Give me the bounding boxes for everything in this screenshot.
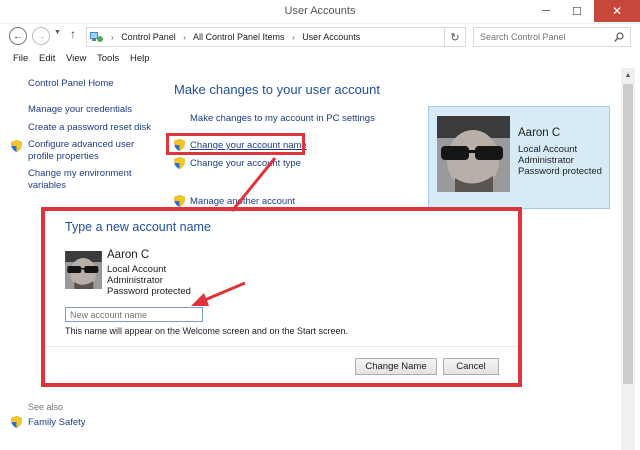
shield-icon [174, 195, 185, 207]
scrollbar-thumb[interactable] [623, 84, 633, 384]
family-safety-link[interactable]: Family Safety [28, 417, 86, 429]
search-icon[interactable] [614, 32, 624, 42]
shield-icon [174, 157, 185, 169]
close-button[interactable]: ✕ [594, 0, 640, 22]
configure-profile-link[interactable]: Configure advanced user [28, 139, 134, 151]
manage-another-account-link[interactable]: Manage another account [190, 196, 295, 207]
account-status: Password protected [518, 166, 602, 177]
dialog-account-name: Aaron C [107, 249, 150, 261]
shield-icon [11, 140, 22, 152]
vertical-scrollbar[interactable]: ▲ [621, 68, 635, 450]
page-title: Make changes to your user account [174, 82, 380, 97]
refresh-button[interactable]: ↻ [444, 27, 466, 47]
account-card: Aaron C Local Account Administrator Pass… [428, 106, 610, 209]
menu-tools[interactable]: Tools [97, 53, 119, 64]
avatar [65, 251, 102, 289]
recent-locations-icon[interactable]: ▼ [54, 29, 61, 36]
chevron-right-icon[interactable]: › [183, 33, 186, 42]
breadcrumb-user-accounts[interactable]: User Accounts [302, 32, 360, 42]
pc-settings-link[interactable]: Make changes to my account in PC setting… [190, 113, 375, 124]
scroll-up-icon[interactable]: ▲ [621, 68, 635, 82]
breadcrumb: › Control Panel › All Control Panel Item… [111, 32, 360, 42]
account-type: Local Account [518, 144, 578, 155]
environment-variables-link[interactable]: Change my environment [28, 168, 132, 180]
maximize-button[interactable]: ☐ [563, 0, 591, 22]
navigation-bar: ← → ▼ ↑ › Control Panel › All Control Pa… [0, 24, 640, 50]
change-name-button[interactable]: Change Name [355, 358, 437, 375]
back-button[interactable]: ← [9, 27, 27, 45]
configure-profile-link-line2[interactable]: profile properties [28, 151, 99, 163]
account-name: Aaron C [518, 127, 561, 139]
title-bar: User Accounts ─ ☐ ✕ [0, 0, 640, 24]
see-also-heading: See also [28, 402, 64, 412]
dialog-note: This name will appear on the Welcome scr… [65, 326, 348, 336]
menu-help[interactable]: Help [130, 53, 150, 64]
account-role: Administrator [518, 155, 574, 166]
avatar [437, 116, 510, 192]
shield-icon [11, 416, 22, 428]
environment-variables-link-line2[interactable]: variables [28, 180, 66, 192]
password-reset-disk-link[interactable]: Create a password reset disk [28, 122, 151, 134]
chevron-right-icon: › [111, 33, 114, 42]
menu-bar: File Edit View Tools Help [0, 50, 640, 68]
manage-credentials-link[interactable]: Manage your credentials [28, 104, 132, 116]
dialog-title: Type a new account name [65, 220, 211, 234]
control-panel-home-link[interactable]: Control Panel Home [28, 78, 114, 90]
search-input[interactable] [474, 28, 604, 46]
avatar-image [65, 251, 102, 289]
chevron-right-icon[interactable]: › [292, 33, 295, 42]
up-arrow-icon[interactable]: ↑ [70, 27, 76, 41]
menu-view[interactable]: View [66, 53, 86, 64]
divider [45, 346, 518, 347]
cancel-button[interactable]: Cancel [443, 358, 499, 375]
forward-button[interactable]: → [32, 27, 50, 45]
avatar-image [437, 116, 510, 192]
minimize-button[interactable]: ─ [532, 0, 560, 22]
highlight-box [166, 133, 305, 155]
account-name-input[interactable] [65, 307, 203, 322]
breadcrumb-all-items[interactable]: All Control Panel Items [193, 32, 285, 42]
dialog-account-type: Local Account [107, 264, 167, 275]
control-panel-icon [90, 32, 103, 42]
menu-edit[interactable]: Edit [39, 53, 55, 64]
dialog-account-role: Administrator [107, 275, 163, 286]
menu-file[interactable]: File [13, 53, 28, 64]
rename-dialog: Type a new account name Aaron C Local Ac… [41, 207, 522, 387]
dialog-account-status: Password protected [107, 286, 191, 297]
change-account-type-link[interactable]: Change your account type [190, 158, 301, 169]
breadcrumb-control-panel[interactable]: Control Panel [121, 32, 176, 42]
search-box[interactable] [473, 27, 631, 47]
address-bar[interactable]: › Control Panel › All Control Panel Item… [86, 27, 522, 47]
